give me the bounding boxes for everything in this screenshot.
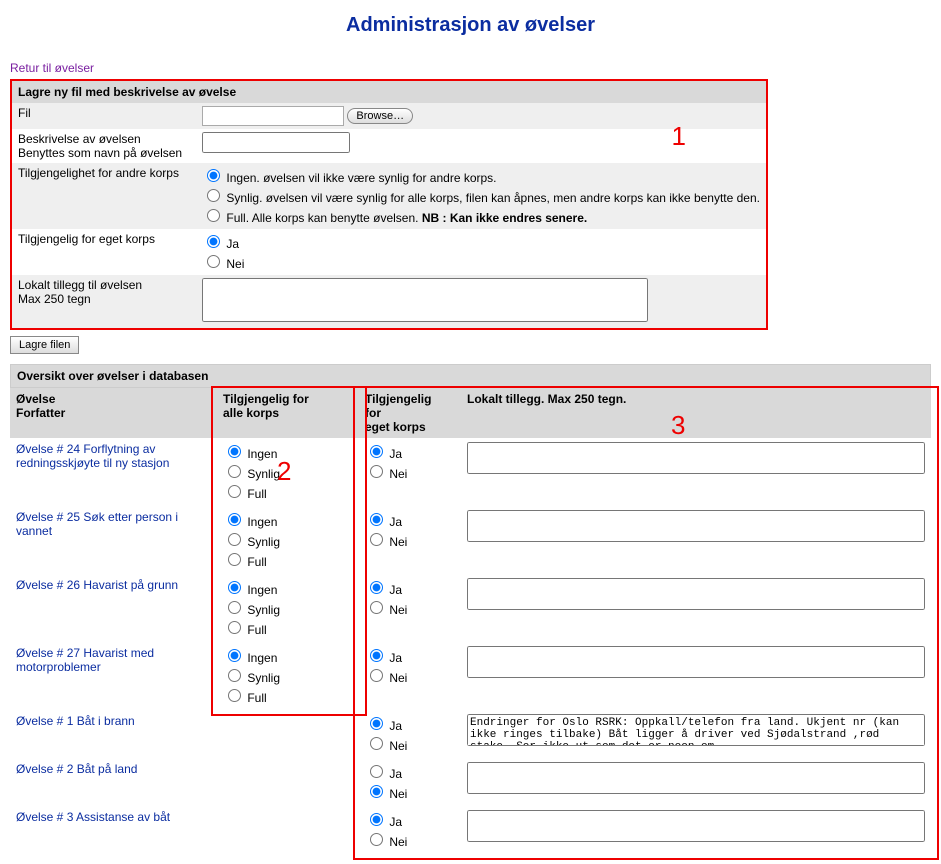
row-local-textarea[interactable] [467,810,925,842]
own-option-yes[interactable]: Ja [365,578,455,598]
browse-button[interactable]: Browse… [347,108,413,124]
all-option-visible[interactable]: Synlig [223,666,353,686]
own-option-no[interactable]: Nei [365,830,455,850]
local-addition-textarea[interactable] [202,278,648,322]
own-option-no[interactable]: Nei [365,462,455,482]
table-row: Øvelse # 1 Båt i brann Ja Nei [10,710,931,758]
avail-other-visible[interactable]: Synlig. øvelsen vil være synlig for alle… [202,186,760,206]
avail-other-full[interactable]: Full. Alle korps kan benytte øvelsen. NB… [202,206,760,226]
col-local: Lokalt tillegg. Max 250 tegn. [461,388,931,438]
own-option-yes[interactable]: Ja [365,714,455,734]
col-exercise-line1: Øvelse [16,392,55,406]
avail-own-label: Tilgjengelig for eget korps [12,229,196,275]
col-own-line2: for [365,406,381,420]
all-option-visible[interactable]: Synlig [223,462,353,482]
all-option-none[interactable]: Ingen [223,578,353,598]
upload-form-box: 1 Lagre ny fil med beskrivelse av øvelse… [10,79,768,330]
all-option-full[interactable]: Full [223,618,353,638]
file-input[interactable] [202,106,344,126]
row-local-textarea[interactable] [467,646,925,678]
own-option-no[interactable]: Nei [365,666,455,686]
own-option-no[interactable]: Nei [365,598,455,618]
col-own-line3: eget korps [365,420,426,434]
col-all-line2: alle korps [223,406,279,420]
table-row: Øvelse # 24 Forflytning av redningsskjøy… [10,438,931,506]
table-row: Øvelse # 25 Søk etter person i vannet In… [10,506,931,574]
all-option-visible[interactable]: Synlig [223,530,353,550]
table-row: Øvelse # 26 Havarist på grunn Ingen Synl… [10,574,931,642]
exercise-link[interactable]: Øvelse # 27 Havarist med motorproblemer [16,646,154,674]
file-label: Fil [12,103,196,129]
exercise-table: Øvelse Forfatter Tilgjengelig for alle k… [10,388,931,854]
all-option-none[interactable]: Ingen [223,646,353,666]
list-section-header: Oversikt over øvelser i databasen [10,364,931,388]
local-label-line2: Max 250 tegn [18,292,91,306]
exercise-link[interactable]: Øvelse # 3 Assistanse av båt [16,810,170,824]
own-option-no[interactable]: Nei [365,530,455,550]
own-option-yes[interactable]: Ja [365,762,455,782]
local-label-line1: Lokalt tillegg til øvelsen [18,278,142,292]
desc-label-line2: Benyttes som navn på øvelsen [18,146,182,160]
own-option-yes[interactable]: Ja [365,810,455,830]
own-option-yes[interactable]: Ja [365,510,455,530]
own-option-yes[interactable]: Ja [365,442,455,462]
upload-section-header: Lagre ny fil med beskrivelse av øvelse [12,81,766,103]
exercise-link[interactable]: Øvelse # 24 Forflytning av redningsskjøy… [16,442,169,470]
all-option-full[interactable]: Full [223,686,353,706]
avail-own-yes[interactable]: Ja [202,232,760,252]
avail-other-none[interactable]: Ingen. øvelsen vil ikke være synlig for … [202,166,760,186]
exercise-link[interactable]: Øvelse # 2 Båt på land [16,762,137,776]
own-option-no[interactable]: Nei [365,782,455,802]
all-option-none[interactable]: Ingen [223,510,353,530]
row-local-textarea[interactable] [467,442,925,474]
col-exercise-line2: Forfatter [16,406,65,420]
desc-label-line1: Beskrivelse av øvelsen [18,132,141,146]
annotation-one: 1 [672,121,686,152]
return-link[interactable]: Retur til øvelser [10,61,94,75]
all-option-full[interactable]: Full [223,550,353,570]
row-local-textarea[interactable] [467,714,925,746]
table-row: Øvelse # 27 Havarist med motorproblemer … [10,642,931,710]
own-option-yes[interactable]: Ja [365,646,455,666]
col-all-line1: Tilgjengelig for [223,392,309,406]
table-row: Øvelse # 3 Assistanse av båt Ja Nei [10,806,931,854]
row-local-textarea[interactable] [467,762,925,794]
exercise-link[interactable]: Øvelse # 1 Båt i brann [16,714,135,728]
row-local-textarea[interactable] [467,578,925,610]
all-option-visible[interactable]: Synlig [223,598,353,618]
page-title: Administrasjon av øvelser [10,14,931,37]
own-option-no[interactable]: Nei [365,734,455,754]
row-local-textarea[interactable] [467,510,925,542]
exercise-link[interactable]: Øvelse # 25 Søk etter person i vannet [16,510,178,538]
col-own-line1: Tilgjengelig [365,392,431,406]
exercise-list-section: Oversikt over øvelser i databasen Øvelse… [10,364,931,854]
all-option-none[interactable]: Ingen [223,442,353,462]
save-file-button[interactable]: Lagre filen [10,336,79,354]
table-row: Øvelse # 2 Båt på land Ja Nei [10,758,931,806]
all-option-full[interactable]: Full [223,482,353,502]
exercise-link[interactable]: Øvelse # 26 Havarist på grunn [16,578,178,592]
avail-other-label: Tilgjengelighet for andre korps [12,163,196,229]
avail-own-no[interactable]: Nei [202,252,760,272]
description-input[interactable] [202,132,350,153]
